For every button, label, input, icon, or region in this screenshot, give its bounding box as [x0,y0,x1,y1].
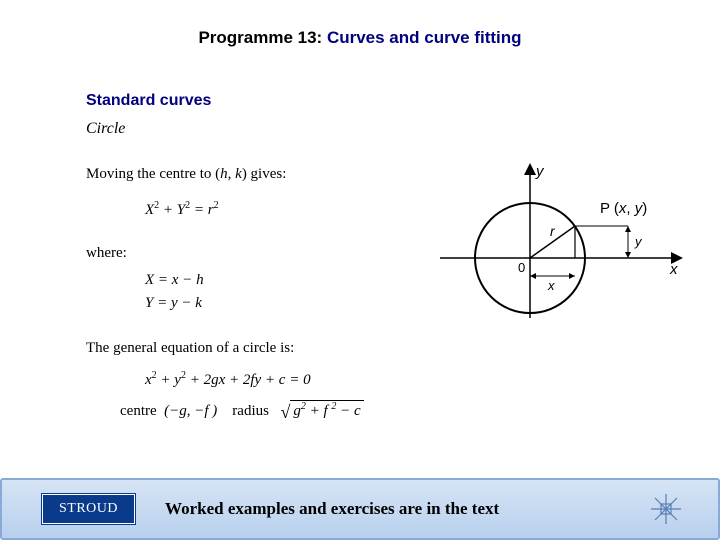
equation-xy-r: X2 + Y2 = r2 [145,200,219,219]
x-axis-label: x [669,261,678,278]
r-label: r [550,223,556,239]
sqrt-expression: √g2 + f 2 − c [280,400,363,423]
point-p-label: P (x, y) [600,200,647,217]
footer-text: Worked examples and exercises are in the… [165,499,499,519]
sqrt-body: g2 + f 2 − c [290,400,363,420]
equation-centre-radius: centre (−g, −f ) radius √g2 + f 2 − c [120,400,364,423]
header-title: Curves and curve fitting [327,28,522,47]
equation-y-def: Y = y − k [145,295,202,312]
text-fragment: ) gives: [242,166,287,182]
var-k: k [235,166,242,182]
x-small-label: x [547,278,555,293]
radius-label: radius [232,403,269,419]
section-title: Standard curves [86,92,211,110]
section-subtitle: Circle [86,120,125,138]
brand-badge: STROUD [42,494,135,524]
footer-bar: STROUD Worked examples and exercises are… [0,478,720,540]
circle-diagram: y x P (x, y) r x y 0 [430,158,690,328]
body-line-moving: Moving the centre to (h, k) gives: [86,166,286,183]
y-axis-label: y [535,163,545,180]
body-line-general: The general equation of a circle is: [86,340,294,357]
origin-label: 0 [518,260,525,275]
sqrt-icon: √ [280,402,290,422]
equation-general-circle: x2 + y2 + 2gx + 2fy + c = 0 [145,370,311,389]
header-prefix: Programme 13: [198,28,327,47]
star-icon [649,492,683,526]
y-small-label: y [634,234,643,249]
var-h: h [220,166,228,182]
centre-label: centre [120,403,157,419]
slide-header: Programme 13: Curves and curve fitting [0,28,720,48]
equation-x-def: X = x − h [145,272,204,289]
where-label: where: [86,245,127,262]
text-fragment: Moving the centre to ( [86,166,220,182]
centre-value: (−g, −f ) [164,403,217,419]
